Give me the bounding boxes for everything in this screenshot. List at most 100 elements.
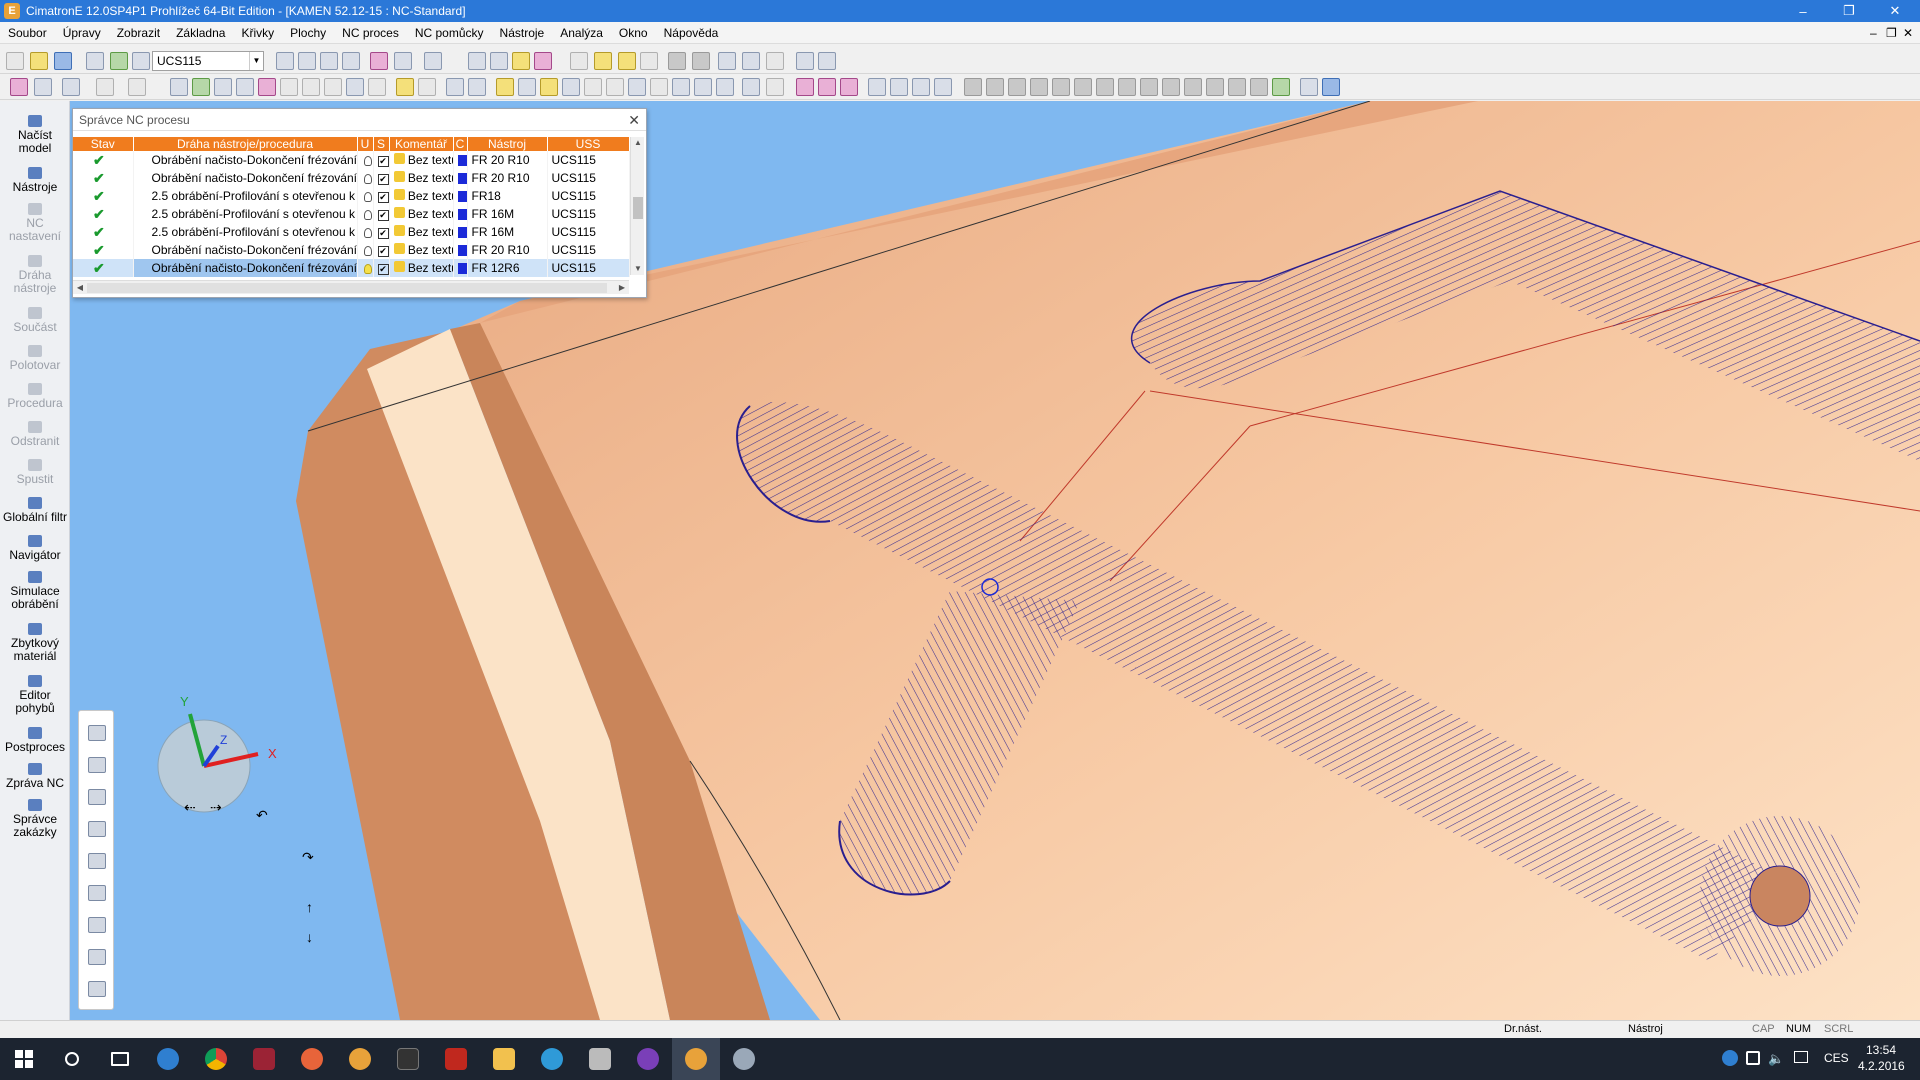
- horizontal-scrollbar[interactable]: ◀ ▶: [73, 280, 629, 294]
- zprava-nc-button[interactable]: Zpráva NC: [0, 763, 70, 790]
- rotate-up-icon[interactable]: ↑: [306, 899, 313, 915]
- table-row[interactable]: ✔ Obrábění načisto-Dokončení frézování ✔…: [73, 151, 630, 169]
- scroll-left-icon[interactable]: ◀: [73, 281, 87, 295]
- pan-icon[interactable]: [342, 52, 360, 70]
- spravce-zakazky-button[interactable]: Správce zakázky: [0, 799, 70, 839]
- visibility-checkbox[interactable]: ✔: [377, 210, 388, 221]
- nc-list-icon[interactable]: [716, 78, 734, 96]
- table-row[interactable]: ✔ Obrábění načisto-Dokončení frézování ✔…: [73, 241, 630, 259]
- close-icon[interactable]: ✕: [628, 109, 640, 131]
- visibility-checkbox[interactable]: ✔: [377, 156, 388, 167]
- taskbar-app-6[interactable]: [384, 1038, 432, 1080]
- navigator-button[interactable]: Navigátor: [0, 535, 70, 562]
- new-file-icon[interactable]: [6, 52, 24, 70]
- properties-icon[interactable]: [766, 52, 784, 70]
- view-iso-icon[interactable]: [394, 52, 412, 70]
- vertical-scrollbar[interactable]: ▲ ▼: [630, 137, 644, 275]
- nc-nastaveni-button[interactable]: NC nastavení: [0, 203, 70, 243]
- show-stock-icon[interactable]: [518, 78, 536, 96]
- scroll-down-icon[interactable]: ▼: [631, 263, 645, 275]
- circle-info-icon[interactable]: [606, 78, 624, 96]
- datum-filter-icon[interactable]: [368, 78, 386, 96]
- shell-icon[interactable]: [818, 78, 836, 96]
- col-komentar[interactable]: Komentář: [389, 137, 454, 151]
- windows-icon[interactable]: [818, 52, 836, 70]
- visibility-checkbox[interactable]: ✔: [377, 246, 388, 257]
- deselect-icon[interactable]: [34, 78, 52, 96]
- soucast-button[interactable]: Součást: [0, 307, 70, 334]
- taskbar-ie[interactable]: [528, 1038, 576, 1080]
- extend-icon[interactable]: [1118, 78, 1136, 96]
- orientation-triad[interactable]: X Y Z: [134, 686, 294, 816]
- bulb-on-icon[interactable]: [363, 263, 372, 274]
- menu-napoveda[interactable]: Nápověda: [656, 22, 727, 44]
- show-list-icon[interactable]: [540, 78, 558, 96]
- menu-soubor[interactable]: Soubor: [0, 22, 55, 44]
- search-button[interactable]: [48, 1038, 96, 1080]
- polotovar-button[interactable]: Polotovar: [0, 345, 70, 372]
- table-row[interactable]: ✔ 2.5 obrábění-Profilování s otevřenou k…: [73, 223, 630, 241]
- section-icon[interactable]: [1300, 78, 1318, 96]
- visibility-checkbox[interactable]: ✔: [377, 264, 388, 275]
- trim-icon[interactable]: [1096, 78, 1114, 96]
- display-settings-icon[interactable]: [86, 52, 104, 70]
- menu-okno[interactable]: Okno: [611, 22, 656, 44]
- visibility-checkbox[interactable]: ✔: [377, 228, 388, 239]
- line-angle-icon[interactable]: [986, 78, 1004, 96]
- select-icon[interactable]: [10, 78, 28, 96]
- wireframe-icon[interactable]: [468, 52, 486, 70]
- shaded-icon[interactable]: [490, 52, 508, 70]
- view-lock-icon[interactable]: [88, 853, 106, 869]
- mdi-close-button[interactable]: ✕: [1903, 22, 1913, 44]
- table-row-selected[interactable]: ✔ Obrábění načisto-Dokončení frézování ✔…: [73, 259, 630, 277]
- pick-icon[interactable]: [96, 78, 114, 96]
- zoom-window-icon[interactable]: [298, 52, 316, 70]
- spline-icon[interactable]: [1052, 78, 1070, 96]
- menu-nc-proces[interactable]: NC proces: [334, 22, 407, 44]
- col-uss[interactable]: USS: [547, 137, 630, 151]
- view-pan-icon[interactable]: [88, 917, 106, 933]
- feature-filter-icon[interactable]: [280, 78, 298, 96]
- editor-pohybu-button[interactable]: Editor pohybů: [0, 675, 70, 715]
- view-zoom-icon[interactable]: [88, 757, 106, 773]
- scroll-thumb[interactable]: [633, 197, 643, 219]
- layer-icon[interactable]: [110, 52, 128, 70]
- zbytkovy-material-button[interactable]: Zbytkový materiál: [0, 623, 70, 663]
- circle-icon[interactable]: [1008, 78, 1026, 96]
- clock-date[interactable]: 4.2.2016: [1858, 1059, 1905, 1073]
- language-indicator[interactable]: CES: [1824, 1051, 1849, 1065]
- taskbar-app-11[interactable]: [624, 1038, 672, 1080]
- globalni-filtr-button[interactable]: Globální filtr: [0, 497, 70, 524]
- offset-icon[interactable]: [1162, 78, 1180, 96]
- corner-icon[interactable]: [1140, 78, 1158, 96]
- bulb-icon[interactable]: [594, 52, 612, 70]
- clock-time[interactable]: 13:54: [1866, 1043, 1896, 1057]
- snap-filter-icon[interactable]: [468, 78, 486, 96]
- axis-move-icon[interactable]: [890, 78, 908, 96]
- table-row[interactable]: ✔ 2.5 obrábění-Profilování s otevřenou k…: [73, 205, 630, 223]
- col-nastroj[interactable]: Nástroj: [467, 137, 548, 151]
- bulb-icon[interactable]: [363, 209, 372, 220]
- line-icon[interactable]: [964, 78, 982, 96]
- keyboard-icon[interactable]: [1794, 1051, 1808, 1063]
- render-mode-icon[interactable]: [424, 52, 442, 70]
- procedura-button[interactable]: Procedura: [0, 383, 70, 410]
- bulb-icon[interactable]: [363, 155, 372, 166]
- blend-icon[interactable]: [840, 78, 858, 96]
- scroll-up-icon[interactable]: ▲: [631, 137, 645, 149]
- axis-set-icon[interactable]: [934, 78, 952, 96]
- view-home-icon[interactable]: [88, 725, 106, 741]
- zoom-icon[interactable]: [320, 52, 338, 70]
- mdi-restore-button[interactable]: ❐: [1886, 22, 1897, 44]
- chart-icon[interactable]: [742, 78, 760, 96]
- start-button[interactable]: [0, 1038, 48, 1080]
- arc-icon[interactable]: [1030, 78, 1048, 96]
- tool-info-icon[interactable]: [628, 78, 646, 96]
- open-file-icon[interactable]: [30, 52, 48, 70]
- hidden-lines-icon[interactable]: [534, 52, 552, 70]
- menu-nastroje[interactable]: Nástroje: [492, 22, 553, 44]
- rotate-right-icon[interactable]: ⇢: [210, 799, 222, 816]
- col-c[interactable]: C: [453, 137, 468, 151]
- menu-zakladna[interactable]: Základna: [168, 22, 233, 44]
- project-icon[interactable]: [1206, 78, 1224, 96]
